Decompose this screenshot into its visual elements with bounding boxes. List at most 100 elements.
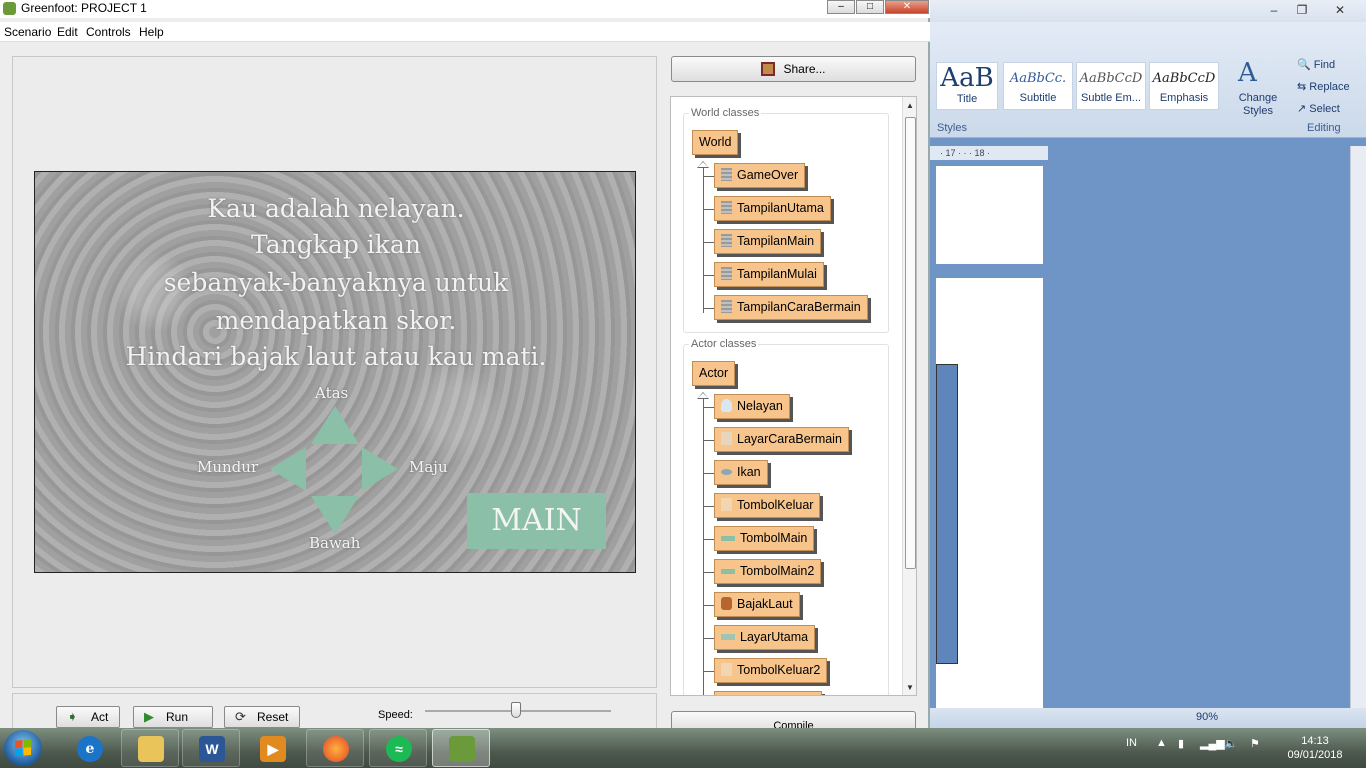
class-item[interactable]: TombolMain2 — [714, 559, 822, 584]
menu-controls[interactable]: Controls — [86, 25, 131, 39]
arrow-left-icon — [270, 447, 306, 491]
taskbar-ie[interactable]: e — [60, 729, 118, 767]
battery-icon[interactable]: ▮ — [1178, 737, 1184, 750]
class-item[interactable]: TampilanMulai — [714, 262, 824, 287]
speed-label: Speed: — [378, 709, 413, 721]
minimize-icon[interactable]: – — [1262, 2, 1286, 19]
input-language[interactable]: IN — [1126, 737, 1137, 749]
play-icon: ▶ — [144, 709, 154, 724]
class-item[interactable]: LayarUtama — [714, 625, 816, 650]
style-title[interactable]: AaB Title — [936, 62, 998, 110]
act-button[interactable]: ➧ Act — [56, 706, 120, 728]
minimize-icon[interactable]: – — [827, 0, 855, 14]
select-button[interactable]: ↗ Select — [1297, 102, 1340, 115]
maximize-icon[interactable]: □ — [856, 0, 884, 14]
class-item[interactable]: TampilanCaraBermain — [714, 295, 868, 320]
instruction-line: Hindari bajak laut atau kau mati. — [125, 342, 547, 371]
action-center-flag-icon[interactable]: ⚑ — [1250, 737, 1260, 750]
class-image-icon — [721, 234, 732, 247]
menu-bar: Scenario Edit Controls Help — [0, 22, 930, 42]
taskbar-greenfoot[interactable] — [432, 729, 490, 767]
class-item[interactable]: TampilanUtama — [714, 196, 831, 221]
replace-button[interactable]: ⇆ Replace — [1297, 80, 1350, 93]
menu-help[interactable]: Help — [139, 25, 164, 39]
arrow-right-icon — [362, 447, 398, 491]
run-button[interactable]: ▶ Run — [133, 706, 213, 728]
class-item-partial[interactable] — [714, 691, 822, 695]
share-button[interactable]: Share... — [671, 56, 916, 82]
vertical-scrollbar[interactable] — [1350, 146, 1366, 708]
label-right: Maju — [409, 458, 448, 476]
zoom-level[interactable]: 90% — [1196, 711, 1218, 723]
taskbar-explorer[interactable] — [121, 729, 179, 767]
menu-scenario[interactable]: Scenario — [4, 25, 51, 39]
speed-slider-thumb[interactable] — [511, 702, 522, 718]
taskbar-word[interactable]: W — [182, 729, 240, 767]
class-image-icon — [721, 201, 732, 214]
scroll-thumb[interactable] — [905, 117, 916, 569]
taskbar-media[interactable]: ▶ — [243, 729, 301, 767]
style-emphasis[interactable]: AaBbCcD Emphasis — [1149, 62, 1219, 110]
styles-group-label: Styles — [937, 122, 967, 134]
step-icon: ➧ — [67, 709, 78, 724]
instruction-line: sebanyak-banyaknya untuk — [163, 268, 509, 297]
show-hidden-icons-icon[interactable]: ▲ — [1156, 737, 1167, 749]
button-thumbnail-icon — [721, 536, 735, 541]
style-subtitle[interactable]: AaBbCc. Subtitle — [1003, 62, 1073, 110]
reset-button[interactable]: ⟳ Reset — [224, 706, 300, 728]
firefox-icon — [323, 736, 349, 762]
taskbar-firefox[interactable] — [306, 729, 364, 767]
close-icon[interactable]: ✕ — [1328, 2, 1352, 19]
start-button[interactable] — [4, 730, 42, 766]
class-item[interactable]: TombolKeluar — [714, 493, 821, 518]
ruler: · 17 · · · 18 · — [930, 146, 1048, 160]
class-world[interactable]: World — [692, 130, 739, 155]
find-button[interactable]: 🔍 Find — [1297, 58, 1335, 71]
network-icon[interactable]: ▂▄▆ — [1200, 737, 1225, 750]
world-canvas[interactable]: Kau adalah nelayan. Tangkap ikan sebanya… — [34, 171, 636, 573]
class-actor[interactable]: Actor — [692, 361, 736, 386]
menu-edit[interactable]: Edit — [57, 25, 78, 39]
document-page[interactable] — [936, 166, 1043, 264]
instruction-line: Tangkap ikan — [251, 230, 421, 259]
media-player-icon: ▶ — [260, 736, 286, 762]
volume-icon[interactable]: 🔈 — [1224, 737, 1238, 750]
arrow-down-icon — [311, 496, 359, 534]
class-item[interactable]: TampilanMain — [714, 229, 822, 254]
class-item[interactable]: LayarCaraBermain — [714, 427, 849, 452]
actor-classes-label: Actor classes — [689, 338, 759, 350]
word-icon: W — [199, 736, 225, 762]
fish-icon — [721, 469, 732, 475]
class-browser-scrollbar[interactable]: ▲ ▼ — [902, 97, 916, 695]
window-title: Greenfoot: PROJECT 1 — [21, 1, 147, 15]
class-image-icon — [721, 168, 732, 181]
class-item[interactable]: Ikan — [714, 460, 768, 485]
instruction-line: Kau adalah nelayan. — [207, 194, 465, 223]
scroll-down-icon[interactable]: ▼ — [906, 683, 914, 692]
fisherman-icon — [721, 399, 732, 412]
close-icon[interactable]: ✕ — [885, 0, 929, 14]
class-item[interactable]: Nelayan — [714, 394, 790, 419]
class-image-icon — [721, 634, 735, 640]
clock[interactable]: 14:13 09/01/2018 — [1282, 734, 1348, 762]
scroll-up-icon[interactable]: ▲ — [906, 101, 914, 110]
change-styles-label[interactable]: Change Styles — [1236, 92, 1280, 118]
class-item[interactable]: TombolKeluar2 — [714, 658, 828, 683]
arrow-up-icon — [311, 406, 359, 444]
class-item[interactable]: BajakLaut — [714, 592, 800, 617]
style-subtle-emphasis[interactable]: AaBbCcD Subtle Em... — [1076, 62, 1146, 110]
word-titlebar: – ❐ ✕ — [930, 0, 1366, 22]
taskbar-spotify[interactable]: ≈ — [369, 729, 427, 767]
greenfoot-icon — [3, 2, 16, 15]
window-titlebar: Greenfoot: PROJECT 1 – □ ✕ — [0, 0, 930, 18]
class-item[interactable]: TombolMain — [714, 526, 815, 551]
greenfoot-foot-icon — [449, 736, 475, 762]
windows-logo-icon — [15, 739, 31, 757]
folder-icon — [138, 736, 164, 762]
time: 14:13 — [1301, 735, 1329, 747]
class-item[interactable]: GameOver — [714, 163, 806, 188]
change-styles-icon[interactable]: A — [1238, 58, 1257, 88]
main-button[interactable]: MAIN — [467, 493, 606, 549]
restore-icon[interactable]: ❐ — [1290, 2, 1314, 19]
class-browser: World classes World GameOver TampilanUta… — [670, 96, 917, 696]
